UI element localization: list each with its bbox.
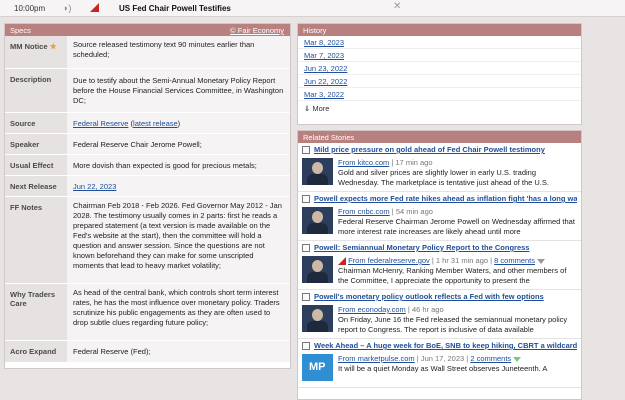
star-icon: ★ bbox=[49, 42, 57, 51]
spec-value: As head of the central bank, which contr… bbox=[67, 284, 290, 340]
story-comments[interactable]: 2 comments bbox=[470, 354, 511, 363]
high-impact-icon bbox=[338, 257, 346, 266]
spec-value: More dovish than expected is good for pr… bbox=[67, 155, 290, 175]
spec-row-speaker: Speaker Federal Reserve Chair Jerome Pow… bbox=[5, 134, 290, 155]
comments-arrow-icon bbox=[537, 258, 546, 264]
spec-label: Why Traders Care bbox=[5, 284, 67, 340]
history-more-button[interactable]: ⇓ More bbox=[298, 101, 581, 116]
story-title[interactable]: Powell expects more Fed rate hikes ahead… bbox=[314, 194, 577, 203]
spec-value: Federal Reserve Chair Jerome Powell; bbox=[67, 134, 290, 154]
spec-row-description: Description Due to testify about the Sem… bbox=[5, 69, 290, 113]
event-title: US Fed Chair Powell Testifies bbox=[119, 4, 231, 13]
specs-panel: Specs © Fair Economy MM Notice ★ Source … bbox=[4, 23, 291, 369]
next-release-link[interactable]: Jun 22, 2023 bbox=[73, 182, 116, 191]
story-snippet: Gold and silver prices are slightly lowe… bbox=[338, 168, 549, 187]
story-thumbnail[interactable] bbox=[302, 207, 333, 234]
spec-row-next-release: Next Release Jun 22, 2023 bbox=[5, 176, 290, 197]
spec-value: Chairman Feb 2018 - Feb 2026. Fed Govern… bbox=[67, 197, 290, 283]
story-title[interactable]: Mild price pressure on gold ahead of Fed… bbox=[314, 145, 545, 154]
story-title[interactable]: Week Ahead – A huge week for BoE, SNB to… bbox=[314, 341, 577, 350]
story-snippet: Chairman McHenry, Ranking Member Waters,… bbox=[338, 266, 567, 285]
story-snippet: On Friday, June 16 the Fed released the … bbox=[338, 315, 568, 334]
spec-row-ff-notes: FF Notes Chairman Feb 2018 - Feb 2026. F… bbox=[5, 197, 290, 284]
history-item[interactable]: Jun 22, 2022 bbox=[304, 77, 347, 86]
story-item: Powell's monetary policy outlook reflect… bbox=[298, 290, 581, 339]
specs-header: Specs © Fair Economy bbox=[5, 24, 290, 36]
latest-release-link[interactable]: latest release bbox=[133, 119, 178, 128]
document-icon bbox=[302, 244, 310, 252]
history-item[interactable]: Jun 23, 2022 bbox=[304, 64, 347, 73]
marketpulse-logo-icon[interactable]: MP bbox=[302, 354, 333, 381]
spec-value: Source released testimony text 90 minute… bbox=[67, 36, 290, 68]
spec-row-acro-expand: Acro Expand Federal Reserve (Fed); bbox=[5, 341, 290, 363]
spec-label: Source bbox=[5, 113, 67, 133]
spec-label: Acro Expand bbox=[5, 341, 67, 362]
spec-row-usual-effect: Usual Effect More dovish than expected i… bbox=[5, 155, 290, 176]
speaker-icon: ◗) bbox=[63, 3, 72, 13]
high-impact-icon bbox=[90, 3, 99, 12]
story-thumbnail[interactable] bbox=[302, 256, 333, 283]
story-source[interactable]: From marketpulse.com bbox=[338, 354, 415, 363]
story-source[interactable]: From kitco.com bbox=[338, 158, 389, 167]
story-title[interactable]: Powell's monetary policy outlook reflect… bbox=[314, 292, 544, 301]
spec-label: Next Release bbox=[5, 176, 67, 196]
history-item[interactable]: Mar 8, 2023 bbox=[304, 38, 344, 47]
document-icon bbox=[302, 146, 310, 154]
spec-value: Federal Reserve (Fed); bbox=[67, 341, 290, 362]
story-snippet: It will be a quiet Monday as Wall Street… bbox=[338, 364, 548, 373]
story-time: Jun 17, 2023 bbox=[420, 354, 465, 363]
spec-value: Due to testify about the Semi-Annual Mon… bbox=[67, 69, 290, 112]
story-thumbnail[interactable] bbox=[302, 305, 333, 332]
document-icon bbox=[302, 293, 310, 301]
spec-label: Speaker bbox=[5, 134, 67, 154]
story-item: Week Ahead – A huge week for BoE, SNB to… bbox=[298, 339, 581, 388]
event-time: 10:00pm bbox=[14, 4, 46, 13]
specs-title: Specs bbox=[10, 26, 31, 35]
history-panel: History Mar 8, 2023 Mar 7, 2023 Jun 23, … bbox=[297, 23, 582, 125]
related-header: Related Stories bbox=[298, 131, 581, 143]
story-time: 17 min ago bbox=[395, 158, 433, 167]
history-item[interactable]: Mar 7, 2023 bbox=[304, 51, 344, 60]
spec-label: MM Notice bbox=[10, 42, 48, 51]
fair-economy-link[interactable]: © Fair Economy bbox=[230, 26, 284, 35]
story-thumbnail[interactable] bbox=[302, 158, 333, 185]
spec-row-source: Source Federal Reserve (latest release) bbox=[5, 113, 290, 134]
history-header: History bbox=[298, 24, 581, 36]
story-source[interactable]: From econoday.com bbox=[338, 305, 406, 314]
story-title[interactable]: Powell: Semiannual Monetary Policy Repor… bbox=[314, 243, 529, 252]
event-row[interactable]: 10:00pm ◗) US Fed Chair Powell Testifies… bbox=[0, 0, 625, 17]
spec-label: FF Notes bbox=[5, 197, 67, 283]
story-time: 46 hr ago bbox=[411, 305, 444, 314]
arrow-down-icon: ⇓ bbox=[304, 104, 311, 113]
story-time: 1 hr 31 min ago bbox=[435, 256, 489, 265]
story-item: Powell expects more Fed rate hikes ahead… bbox=[298, 192, 581, 241]
history-item[interactable]: Mar 3, 2022 bbox=[304, 90, 344, 99]
story-source[interactable]: From cnbc.com bbox=[338, 207, 390, 216]
document-icon bbox=[302, 342, 310, 350]
related-stories-panel: Related Stories Mild price pressure on g… bbox=[297, 130, 582, 400]
related-title: Related Stories bbox=[303, 133, 355, 142]
more-label: More bbox=[312, 104, 330, 113]
story-time: 54 min ago bbox=[395, 207, 433, 216]
close-icon[interactable]: ✕ bbox=[393, 1, 401, 12]
spec-row-why-traders-care: Why Traders Care As head of the central … bbox=[5, 284, 290, 341]
document-icon bbox=[302, 195, 310, 203]
federal-reserve-link[interactable]: Federal Reserve bbox=[73, 119, 128, 128]
story-item: Mild price pressure on gold ahead of Fed… bbox=[298, 143, 581, 192]
story-source[interactable]: From federalreserve.gov bbox=[348, 256, 430, 265]
story-item: Powell: Semiannual Monetary Policy Repor… bbox=[298, 241, 581, 290]
spec-label: Description bbox=[5, 69, 67, 112]
story-snippet: Federal Reserve Chairman Jerome Powell o… bbox=[338, 217, 575, 236]
comments-arrow-icon bbox=[513, 356, 522, 362]
story-comments[interactable]: 8 comments bbox=[494, 256, 535, 265]
spec-row-mm-notice: MM Notice ★ Source released testimony te… bbox=[5, 36, 290, 69]
history-title: History bbox=[303, 26, 327, 35]
spec-label: Usual Effect bbox=[5, 155, 67, 175]
